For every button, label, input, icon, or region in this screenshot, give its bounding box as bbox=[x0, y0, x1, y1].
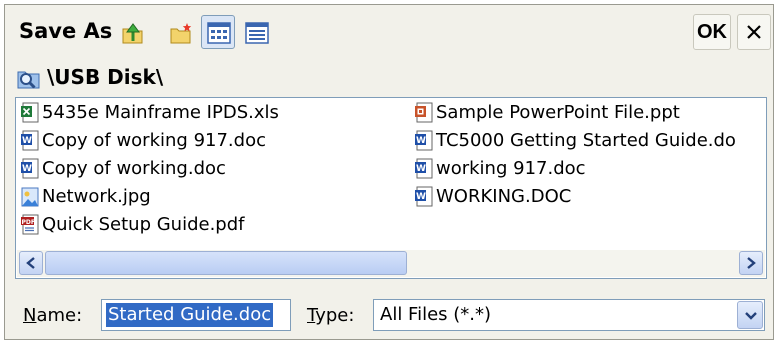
file-name: Quick Setup Guide.pdf bbox=[42, 214, 245, 235]
word-file-icon: W bbox=[415, 186, 433, 207]
file-name: TC5000 Getting Started Guide.do bbox=[436, 130, 736, 151]
dialog-title: Save As bbox=[19, 19, 113, 43]
type-select-value: All Files (*.*) bbox=[380, 304, 492, 325]
file-name: Sample PowerPoint File.ppt bbox=[436, 102, 680, 123]
file-name: Copy of working.doc bbox=[42, 158, 226, 179]
list-view-icon bbox=[207, 22, 231, 44]
name-label-text: ame: bbox=[36, 305, 83, 326]
file-name: 5435e Mainframe IPDS.xls bbox=[42, 102, 279, 123]
horizontal-scrollbar[interactable] bbox=[17, 250, 765, 277]
save-as-dialog: Save As OK \USB Disk\ 5435e Mainframe IP… bbox=[4, 4, 774, 340]
scroll-left-button[interactable] bbox=[19, 251, 43, 275]
chevron-right-icon bbox=[747, 257, 756, 269]
search-folder-icon bbox=[17, 71, 40, 89]
chevron-down-icon bbox=[745, 312, 757, 320]
svg-text:PDF: PDF bbox=[22, 219, 35, 226]
name-field-value: Started Guide.doc bbox=[106, 303, 274, 327]
word-file-icon: W bbox=[21, 158, 39, 179]
details-view-icon bbox=[245, 22, 269, 44]
word-file-icon: W bbox=[21, 130, 39, 151]
file-name: Network.jpg bbox=[42, 186, 151, 207]
type-select[interactable]: All Files (*.*) bbox=[373, 299, 765, 331]
file-name: Copy of working 917.doc bbox=[42, 130, 266, 151]
details-view-button[interactable] bbox=[239, 15, 273, 49]
type-label-text: ype: bbox=[315, 305, 355, 326]
ok-button[interactable]: OK bbox=[693, 14, 731, 50]
up-folder-icon bbox=[122, 23, 143, 44]
type-label: Type: bbox=[307, 305, 354, 326]
svg-text:W: W bbox=[22, 136, 32, 146]
svg-text:W: W bbox=[416, 192, 426, 202]
name-field[interactable]: Started Guide.doc bbox=[101, 299, 291, 331]
close-button[interactable] bbox=[737, 14, 771, 50]
file-list[interactable]: 5435e Mainframe IPDS.xls W Copy of worki… bbox=[15, 97, 767, 279]
scroll-right-button[interactable] bbox=[739, 251, 763, 275]
file-name: WORKING.DOC bbox=[436, 186, 572, 207]
word-file-icon: W bbox=[415, 158, 433, 179]
svg-text:W: W bbox=[416, 136, 426, 146]
list-view-button[interactable] bbox=[201, 15, 235, 49]
word-file-icon: W bbox=[415, 130, 433, 151]
type-dropdown-button[interactable] bbox=[737, 301, 763, 329]
image-file-icon bbox=[21, 187, 39, 207]
bottom-bar: Name: Started Guide.doc Type: All Files … bbox=[5, 287, 773, 337]
new-folder-button[interactable] bbox=[163, 15, 197, 49]
up-folder-button[interactable] bbox=[115, 15, 149, 49]
name-label-accesskey: N bbox=[23, 305, 37, 326]
type-label-accesskey: T bbox=[307, 305, 316, 326]
chevron-left-icon bbox=[26, 257, 35, 269]
excel-file-icon bbox=[21, 102, 39, 123]
close-icon bbox=[747, 25, 761, 39]
name-label: Name: bbox=[23, 305, 82, 326]
path-text: \USB Disk\ bbox=[47, 65, 164, 89]
new-folder-icon bbox=[170, 23, 192, 44]
powerpoint-file-icon bbox=[415, 102, 433, 123]
title-bar: Save As OK bbox=[5, 5, 773, 59]
svg-text:W: W bbox=[416, 164, 426, 174]
scrollbar-thumb[interactable] bbox=[45, 251, 407, 275]
svg-text:W: W bbox=[22, 164, 32, 174]
pdf-file-icon: PDF bbox=[21, 214, 39, 235]
file-name: working 917.doc bbox=[436, 158, 586, 179]
